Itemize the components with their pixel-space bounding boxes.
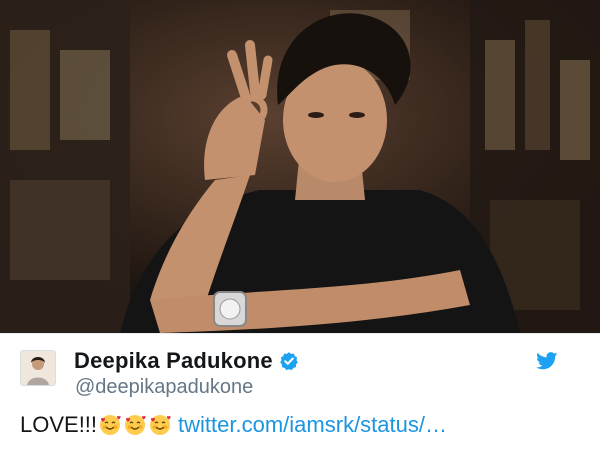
smiling-face-with-hearts-icon — [100, 415, 121, 435]
avatar[interactable] — [20, 350, 56, 386]
smiling-face-with-hearts-icon — [125, 415, 146, 435]
author-name[interactable]: Deepika Padukone — [74, 348, 273, 374]
tweet-text: LOVE!!! — [20, 412, 98, 437]
tweet-photo — [0, 0, 600, 333]
author-handle[interactable]: @deepikapadukone — [75, 376, 253, 399]
tweet-text-row: LOVE!!! twitter.com/iamsrk/status/… — [20, 412, 447, 438]
tweet-card: Deepika Padukone @deepikapadukone LOVE!!… — [0, 333, 600, 451]
twitter-bird-icon[interactable] — [536, 352, 558, 370]
author-row: Deepika Padukone — [74, 348, 299, 374]
smiling-face-with-hearts-icon — [150, 415, 171, 435]
photo-illustration — [0, 0, 600, 333]
tweet-link[interactable]: twitter.com/iamsrk/status/… — [178, 412, 447, 438]
avatar-image — [21, 351, 55, 385]
verified-badge-icon — [279, 352, 298, 370]
